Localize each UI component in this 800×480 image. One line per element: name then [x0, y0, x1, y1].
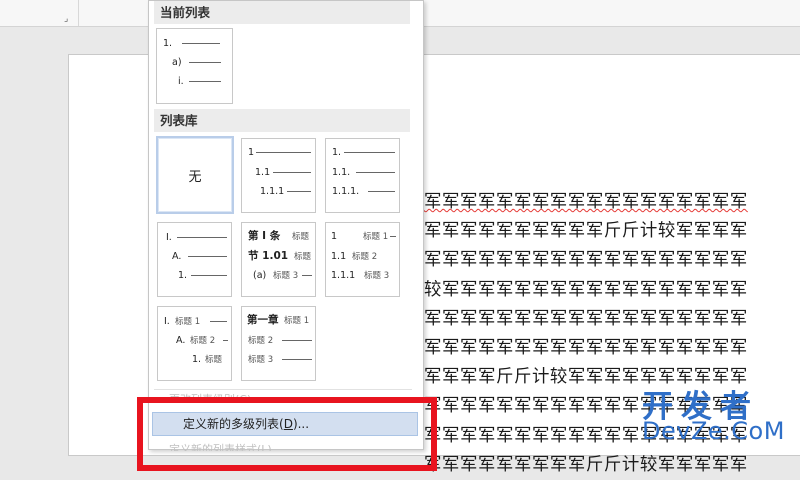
- document-line: 军军军军军军军军军军军军军军军军军军: [424, 250, 748, 271]
- heading-label: 标题 3: [248, 355, 274, 365]
- level-line: [287, 191, 311, 192]
- watermark-bottom: DevZe.CoM: [642, 417, 785, 445]
- level-line: [189, 81, 221, 82]
- document-line: 军军军军军军军军军军军军军军军军军军: [424, 308, 748, 329]
- level-number: 第一章: [247, 314, 279, 326]
- heading-label: 标题 1: [363, 232, 389, 242]
- document-line: 较军军军军军军军军军军军军军军军军军: [424, 279, 748, 300]
- access-key: D: [283, 417, 293, 431]
- define-new-multilevel-list-item[interactable]: 定义新的多级列表(D)...: [152, 412, 418, 436]
- document-line: 军军军军军军军军军斤斤计较军军军军军: [424, 454, 748, 475]
- level-number: 1.1.1.: [332, 186, 360, 197]
- ribbon-separator: [78, 0, 79, 26]
- level-number: 1.1.1: [260, 186, 285, 197]
- dialog-launcher-icon[interactable]: ⌟: [64, 15, 73, 24]
- heading-label: 标题 2: [190, 336, 216, 346]
- level-number: i.: [178, 76, 184, 87]
- change-list-level-item[interactable]: 更改列表级别(C): [169, 391, 251, 402]
- heading-label: 标题: [292, 232, 310, 242]
- document-line: 军军军军军军军军军军军军军军军军军军: [424, 192, 748, 212]
- heading-label: 标题 1: [175, 317, 201, 327]
- level-number: 1.: [192, 354, 202, 365]
- list-style-article-section[interactable]: 第 I 条 标题 节 1.01 标题 (a) 标题 3: [241, 222, 316, 297]
- level-number: A.: [176, 335, 186, 346]
- list-style-heading-numeric[interactable]: 1 标题 1 1.1 标题 2 1.1.1 标题 3: [325, 222, 400, 297]
- level-number: 1.: [163, 38, 173, 49]
- level-number: I.: [166, 232, 172, 243]
- current-list-header: 当前列表: [154, 1, 410, 24]
- level-number: 1.1.1: [331, 270, 356, 281]
- level-number: 节 1.01: [248, 250, 289, 262]
- level-number: I.: [164, 316, 170, 327]
- level-line: [282, 359, 312, 360]
- level-line: [256, 152, 311, 153]
- level-number: (a): [253, 270, 267, 281]
- level-line: [302, 275, 312, 276]
- list-style-chapter[interactable]: 第一章 标题 1 标题 2 标题 3: [241, 306, 316, 381]
- level-number: 1.: [332, 147, 342, 158]
- list-style-heading-roman[interactable]: I. 标题 1 A. 标题 2 1. 标题: [157, 306, 232, 381]
- heading-label: 标题 2: [248, 336, 274, 346]
- level-number: A.: [172, 251, 182, 262]
- document-line: 军军军军军军军军军军斤斤计较军军军军: [424, 221, 748, 242]
- heading-label: 标题 3: [364, 271, 390, 281]
- level-line: [356, 172, 395, 173]
- level-line: [344, 152, 395, 153]
- watermark-logo: 开发者 DevZe.CoM: [640, 381, 800, 450]
- level-line: [191, 275, 227, 276]
- heading-label: 标题 1: [284, 316, 310, 326]
- level-number: 第 I 条: [248, 230, 281, 242]
- level-number: 1.1.: [332, 167, 351, 178]
- heading-label: 标题: [294, 252, 312, 262]
- level-line: [189, 62, 221, 63]
- level-line: [182, 43, 220, 44]
- list-style-none[interactable]: 无: [156, 136, 234, 214]
- level-line: [368, 191, 395, 192]
- define-new-label: 定义新的多级列表(: [183, 417, 284, 431]
- current-list-tile[interactable]: 1. a) i.: [156, 28, 233, 104]
- none-label: 无: [188, 169, 202, 185]
- level-line: [273, 172, 311, 173]
- level-number: 1.: [178, 270, 188, 281]
- define-new-label-suffix: )...: [292, 417, 310, 431]
- level-number: 1.1: [331, 251, 347, 262]
- level-number: 1: [248, 147, 255, 158]
- menu-divider: [154, 389, 412, 390]
- level-line: [177, 237, 227, 238]
- level-number: 1: [331, 231, 338, 242]
- list-style-numeric-dotted[interactable]: 1. 1.1. 1.1.1.: [325, 138, 400, 213]
- level-number: a): [172, 57, 182, 68]
- heading-label: 标题 2: [352, 252, 378, 262]
- level-line: [390, 236, 396, 237]
- level-line: [282, 340, 312, 341]
- document-line: 军军军军军军军军军军军军军军军军军军: [424, 337, 748, 358]
- level-line: [223, 340, 228, 341]
- list-style-roman-alpha[interactable]: I. A. 1.: [157, 222, 232, 297]
- heading-label: 标题: [205, 355, 223, 365]
- level-line: [188, 256, 227, 257]
- list-library-header: 列表库: [154, 109, 410, 132]
- level-line: [210, 321, 227, 322]
- list-style-numeric[interactable]: 1 1.1 1.1.1: [241, 138, 316, 213]
- multilevel-list-menu: 当前列表 1. a) i. 列表库 无 1 1.1 1.1.1 1. 1.1. …: [148, 0, 424, 451]
- level-number: 1.1: [255, 167, 271, 178]
- heading-label: 标题 3: [273, 271, 299, 281]
